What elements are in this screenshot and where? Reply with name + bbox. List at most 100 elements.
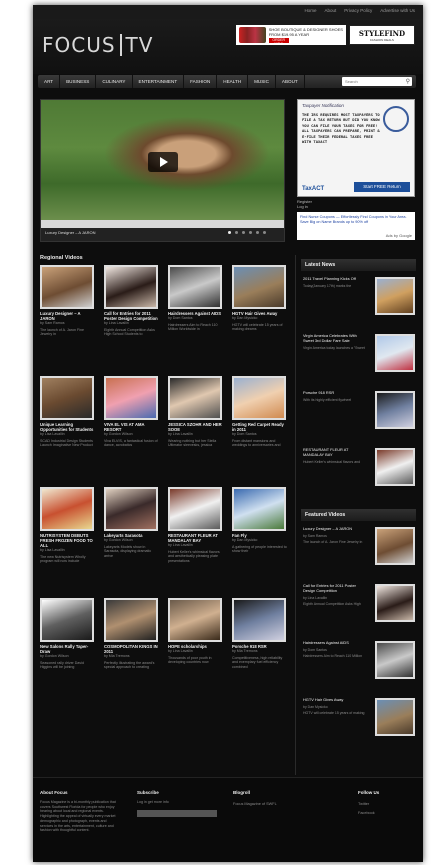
side-item-title[interactable]: RESTAURANT FLEUR AT MANDALAY BAY: [303, 447, 367, 458]
blogroll-link[interactable]: Focus Magazine of SWFL: [233, 800, 313, 809]
video-card[interactable]: NUTRISYSTEM DEBUTS FRESH FROZEN FOOD TO …: [40, 487, 95, 564]
video-card[interactable]: Unique Learning Opportunities for Studen…: [40, 376, 95, 448]
video-card-author: by Mia Tremons: [104, 654, 130, 658]
video-controls[interactable]: [41, 220, 284, 228]
side-item-text: Hairdressers Against AIDS by Dom Santos Ha…: [303, 640, 367, 659]
video-thumbnail[interactable]: [104, 487, 158, 531]
video-thumbnail[interactable]: [232, 598, 286, 642]
video-card[interactable]: HGTV Hair Gives Away by Dan Mysicko HGTV w…: [232, 265, 287, 332]
google-ad-text[interactable]: Find Nurse Coupons — Effortlessly Find C…: [297, 212, 415, 228]
video-thumbnail[interactable]: [168, 487, 222, 531]
side-item-thumbnail[interactable]: [375, 698, 415, 736]
video-card[interactable]: Hairdressers Against AIDS by Dom Santos Ha…: [168, 265, 223, 332]
side-item-thumbnail[interactable]: [375, 448, 415, 486]
video-player[interactable]: Luxury Designer – A JARON: [40, 99, 285, 242]
video-thumbnail[interactable]: [40, 487, 94, 531]
video-card-title[interactable]: Call for Entries for 2011 Poster Design …: [104, 311, 159, 321]
side-item-thumbnail[interactable]: [375, 334, 415, 372]
video-thumbnail[interactable]: [40, 376, 94, 420]
video-card-title[interactable]: RESTAURANT FLEUR AT MANDALAY BAY: [168, 533, 223, 543]
nav-item-business[interactable]: BUSINESS: [60, 75, 97, 88]
shoe-ad-button[interactable]: ORDER NOW: [268, 38, 289, 46]
slide-dot[interactable]: [235, 231, 238, 234]
google-ad-box[interactable]: Find Nurse Coupons — Effortlessly Find C…: [297, 212, 415, 240]
top-link-privacy[interactable]: Privacy Policy: [344, 8, 372, 13]
video-card-title[interactable]: New Salons Rally Taper-Draw: [40, 644, 95, 654]
nav-item-about[interactable]: ABOUT: [276, 75, 305, 88]
video-card[interactable]: RESTAURANT FLEUR AT MANDALAY BAY by Lina …: [168, 487, 223, 563]
side-item-thumbnail[interactable]: [375, 391, 415, 429]
video-card-title[interactable]: COSMOPOLITAN KINGS IN 2011: [104, 644, 159, 654]
video-thumbnail[interactable]: [232, 487, 286, 531]
video-thumbnail[interactable]: [104, 598, 158, 642]
nav-item-culinary[interactable]: CULINARY: [96, 75, 133, 88]
slide-dot[interactable]: [256, 231, 259, 234]
side-item-title[interactable]: HGTV Hair Gives Away: [303, 697, 367, 703]
side-item-title[interactable]: Luxury Designer – A JARON: [303, 526, 367, 532]
top-link-about[interactable]: About: [324, 8, 336, 13]
nav-item-entertainment[interactable]: ENTERTAINMENT: [133, 75, 185, 88]
video-card[interactable]: Fan Fly by Dan Mysicko A gathering of peop…: [232, 487, 287, 554]
nav-item-health[interactable]: HEALTH: [217, 75, 249, 88]
video-card[interactable]: JESSICA SZOHR AND HER SOOE by Lina Lavall…: [168, 376, 223, 448]
video-card[interactable]: VIVA EL VIS AT AMA RESORT by Gordon Wilso…: [104, 376, 159, 448]
video-card-desc: A gathering of people interested to show…: [232, 544, 287, 554]
video-card[interactable]: Lakeyarts Sarasota by Gordon Wilson Lakeya…: [104, 487, 159, 558]
side-item-title[interactable]: 2011 Travel Planning Kicks Off: [303, 276, 367, 282]
nav-item-art[interactable]: ART: [38, 75, 61, 88]
search-icon[interactable]: ⚲: [406, 78, 410, 85]
slide-dot[interactable]: [263, 231, 266, 234]
side-item-title[interactable]: Call for Entries for 2011 Poster Design …: [303, 583, 367, 594]
nav-item-fashion[interactable]: FASHION: [184, 75, 218, 88]
video-card[interactable]: Call for Entries for 2011 Poster Design …: [104, 265, 159, 337]
video-card[interactable]: New Salons Rally Taper-Draw by Gordon Wil…: [40, 598, 95, 670]
video-thumbnail[interactable]: [40, 265, 94, 309]
side-item-thumbnail[interactable]: [375, 277, 415, 315]
video-card[interactable]: Porsche 918 RSR by Mia Tremons Competitive…: [232, 598, 287, 669]
video-thumbnail[interactable]: [104, 265, 158, 309]
video-thumbnail[interactable]: [232, 265, 286, 309]
video-card-title[interactable]: Getting Red Carpet Ready in 2011: [232, 422, 287, 432]
video-card-desc: The launch of A. Jaron Fine Jewelry in: [40, 327, 84, 337]
taxact-ad[interactable]: Taxpayer Notification THE IRS REQUIRES M…: [297, 99, 415, 197]
side-item-title[interactable]: Virgin America Celebrates With Sweet 3rd…: [303, 333, 367, 344]
video-thumbnail[interactable]: [168, 598, 222, 642]
video-card[interactable]: Luxury Designer – A JARON by Sam Ramos The…: [40, 265, 95, 337]
start-free-return-button[interactable]: Start FREE Return: [354, 182, 410, 192]
follow-twitter-link[interactable]: Twitter: [358, 800, 418, 809]
top-link-home[interactable]: Home: [304, 8, 316, 13]
nav-item-music[interactable]: MUSIC: [248, 75, 276, 88]
video-card[interactable]: Getting Red Carpet Ready in 2011 by Dom S…: [232, 376, 287, 448]
video-card-title[interactable]: JESSICA SZOHR AND HER SOOE: [168, 422, 223, 432]
shoe-banner-ad[interactable]: SHOE BOUTIQUE & DESIGNER SHOES FROM $19.…: [236, 25, 346, 46]
side-item-title[interactable]: Porsche 918 RSR: [303, 390, 367, 396]
video-thumbnail[interactable]: [168, 265, 222, 309]
follow-facebook-link[interactable]: Facebook: [358, 809, 418, 818]
video-thumbnail[interactable]: [40, 598, 94, 642]
video-thumbnail[interactable]: [168, 376, 222, 420]
video-thumbnail[interactable]: [232, 376, 286, 420]
search-input[interactable]: [342, 77, 412, 86]
slide-dot[interactable]: [249, 231, 252, 234]
side-item-thumbnail[interactable]: [375, 527, 415, 565]
video-card[interactable]: HOPE scholarships by Lina Lavallin Thousan…: [168, 598, 223, 665]
stylefind-banner-ad[interactable]: STYLEFIND FASHION DEALS: [349, 25, 415, 45]
footer-blogroll-title: Blogroll: [233, 790, 250, 795]
login-link[interactable]: Log in: [297, 204, 312, 209]
subscribe-email-input[interactable]: [137, 809, 217, 817]
side-item-thumbnail[interactable]: [375, 584, 415, 622]
site-logo[interactable]: FOCUS TV: [42, 33, 153, 57]
slide-dot[interactable]: [228, 231, 231, 234]
side-item-title[interactable]: Hairdressers Against AIDS: [303, 640, 367, 646]
slide-dot[interactable]: [242, 231, 245, 234]
video-card[interactable]: COSMOPOLITAN KINGS IN 2011 by Mia Tremons…: [104, 598, 159, 670]
top-link-advertise[interactable]: Advertise with Us: [380, 8, 415, 13]
video-card-author: by Gordon Wilson: [104, 538, 133, 542]
video-card-title[interactable]: NUTRISYSTEM DEBUTS FRESH FROZEN FOOD TO …: [40, 533, 95, 548]
play-icon[interactable]: [148, 152, 178, 172]
video-card-title[interactable]: VIVA EL VIS AT AMA RESORT: [104, 422, 159, 432]
video-thumbnail[interactable]: [104, 376, 158, 420]
side-item-thumbnail[interactable]: [375, 641, 415, 679]
video-card-title[interactable]: Luxury Designer – A JARON: [40, 311, 95, 321]
video-card-title[interactable]: Unique Learning Opportunities for Studen…: [40, 422, 95, 432]
